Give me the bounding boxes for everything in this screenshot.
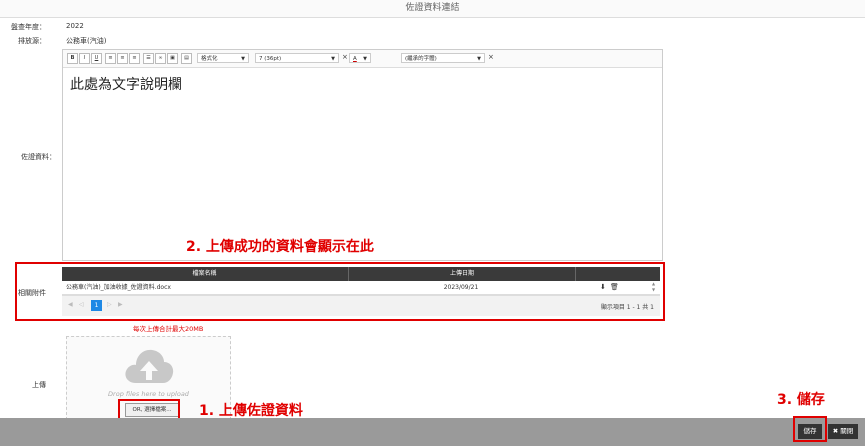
pagination: ◀ ◁ 1 ▷ ▶ 顯示項目 1 - 1 共 1	[62, 295, 660, 316]
font-select-value: (繼承的字體)	[405, 56, 437, 62]
annotation-step2: 2. 上傳成功的資料會顯示在此	[186, 239, 374, 255]
upload-label: 上傳	[32, 381, 46, 389]
download-icon[interactable]: ⬇	[600, 281, 610, 294]
view-html-icon[interactable]: ▤	[181, 53, 192, 64]
cloud-upload-icon	[125, 349, 174, 383]
font-select[interactable]: (繼承的字體) ▼	[401, 53, 485, 63]
evidence-label: 佐證資料：	[21, 153, 56, 161]
upload-limit-note: 每次上傳合計最大20MB	[133, 325, 204, 333]
drop-hint: Drop files here to upload	[108, 390, 189, 398]
column-header-date: 上傳日期	[348, 267, 575, 281]
rich-text-editor: B I U ≡ ≡ ≡ ☰ ∞ ▣ ▤ 格式化 ▼ 7 (36pt) ▼ × A ▼ …	[62, 49, 663, 261]
year-label: 盤查年度：	[11, 23, 46, 31]
chevron-down-icon: ▼	[241, 56, 245, 62]
chevron-down-icon: ▼	[477, 56, 481, 62]
column-header-actions	[575, 267, 661, 281]
chevron-down-icon: ▼	[363, 56, 367, 62]
source-value: 公務車(汽油)	[66, 37, 107, 45]
format-select[interactable]: 格式化 ▼	[197, 53, 249, 63]
list-icon[interactable]: ☰	[143, 53, 154, 64]
year-value: 2022	[66, 22, 84, 30]
next-page-icon[interactable]: ▷	[107, 301, 112, 308]
window-title: 佐證資料連結	[0, 0, 865, 18]
editor-content[interactable]: 此處為文字說明欄	[70, 74, 182, 94]
chevron-down-icon: ▼	[331, 56, 335, 62]
source-label: 排放源：	[18, 37, 46, 45]
page-summary: 顯示項目 1 - 1 共 1	[600, 304, 654, 311]
close-button-label: 關閉	[840, 427, 854, 435]
size-select-value: 7 (36pt)	[259, 56, 282, 62]
attachments-label: 相關附件	[18, 289, 46, 297]
table-row: 公務車(汽油)_加油收據_佐證資料.docx 2023/09/21 ⬇ 🗑 ▲ ▼	[62, 281, 660, 295]
italic-button[interactable]: I	[79, 53, 90, 64]
table-header: 檔案名稱 上傳日期	[62, 267, 660, 281]
clear-size-icon[interactable]: ×	[342, 53, 348, 61]
scrollbar-icon[interactable]: ▲ ▼	[652, 281, 660, 294]
bold-button[interactable]: B	[67, 53, 78, 64]
prev-page-icon[interactable]: ◁	[79, 301, 84, 308]
save-highlight-box	[793, 416, 827, 442]
column-header-filename: 檔案名稱	[192, 270, 217, 277]
size-select[interactable]: 7 (36pt) ▼	[255, 53, 339, 63]
format-select-value: 格式化	[201, 56, 218, 62]
page-number-button[interactable]: 1	[91, 300, 102, 311]
upload-date-cell: 2023/09/21	[443, 284, 479, 291]
footer-bar: 儲存 ✖ 關閉	[0, 418, 865, 446]
last-page-icon[interactable]: ▶	[118, 301, 123, 308]
font-color-icon: A	[353, 56, 357, 62]
align-left-icon[interactable]: ≡	[105, 53, 116, 64]
underline-button[interactable]: U	[91, 53, 102, 64]
file-name-cell: 公務車(汽油)_加油收據_佐證資料.docx	[66, 284, 171, 291]
image-icon[interactable]: ▣	[167, 53, 178, 64]
close-button[interactable]: ✖ 關閉	[828, 424, 858, 439]
align-right-icon[interactable]: ≡	[129, 53, 140, 64]
align-center-icon[interactable]: ≡	[117, 53, 128, 64]
editor-toolbar: B I U ≡ ≡ ≡ ☰ ∞ ▣ ▤ 格式化 ▼ 7 (36pt) ▼ × A ▼ …	[63, 50, 662, 68]
annotation-step3: 3. 儲存	[777, 392, 825, 408]
clear-font-icon[interactable]: ×	[488, 53, 494, 61]
first-page-icon[interactable]: ◀	[68, 301, 73, 308]
font-color-select[interactable]: A ▼	[349, 53, 371, 63]
link-icon[interactable]: ∞	[155, 53, 166, 64]
annotation-step1: 1. 上傳佐證資料	[199, 403, 303, 419]
delete-icon[interactable]: 🗑	[610, 281, 620, 294]
